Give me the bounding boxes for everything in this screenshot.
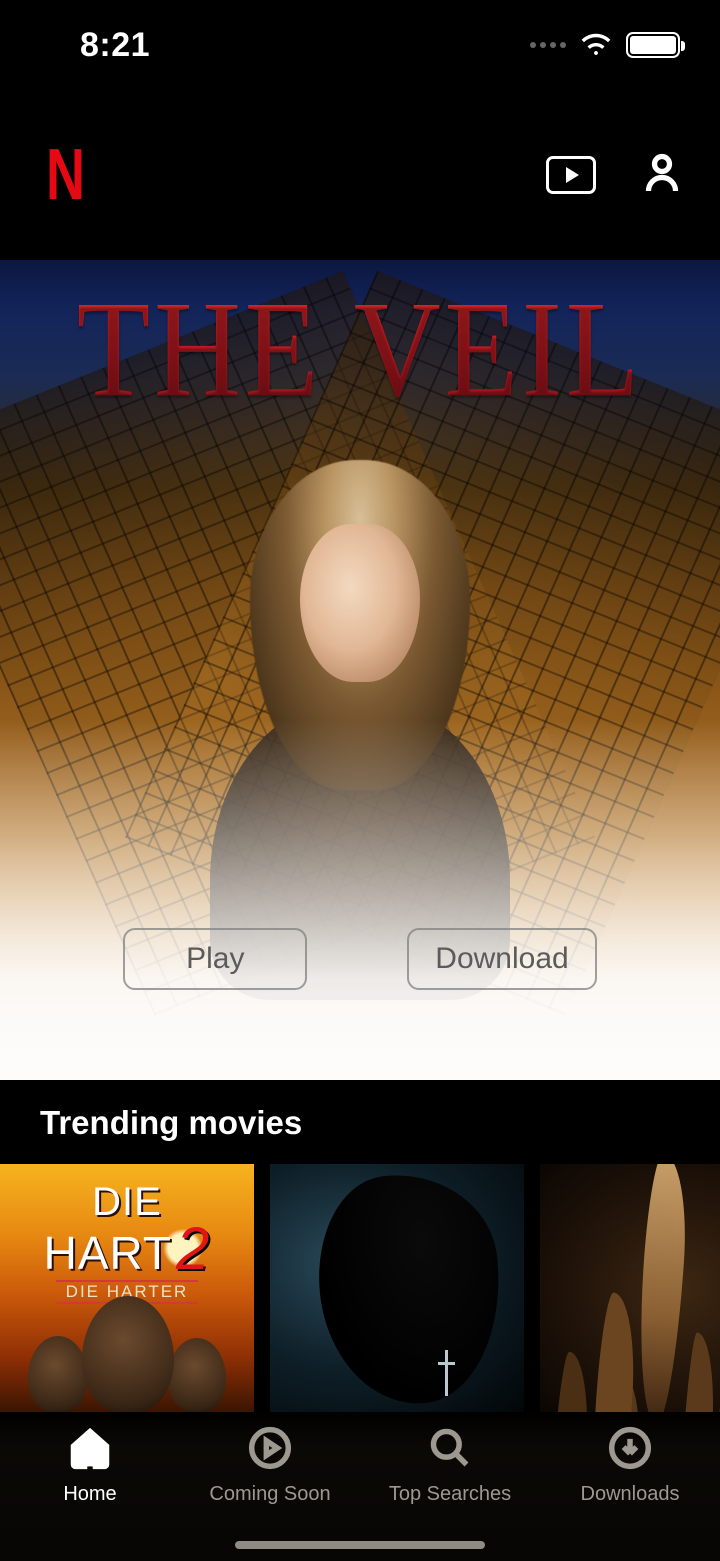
battery-icon <box>626 32 680 58</box>
section-title: Trending movies <box>0 1104 720 1164</box>
download-button[interactable]: Download <box>407 928 596 990</box>
poster-item[interactable]: DIE HART 2 DIE HARTER <box>0 1164 254 1412</box>
poster-art <box>308 1165 511 1412</box>
status-bar: 8:21 <box>0 0 720 90</box>
poster-row[interactable]: DIE HART 2 DIE HARTER <box>0 1164 720 1412</box>
home-icon <box>68 1425 112 1471</box>
hero-billboard[interactable]: THE VEIL Play Download <box>0 260 720 1080</box>
play-circle-icon <box>248 1425 292 1471</box>
cellular-dots-icon <box>530 42 566 48</box>
nav-label: Coming Soon <box>209 1483 330 1506</box>
poster-item[interactable] <box>270 1164 524 1412</box>
hero-title: THE VEIL <box>0 270 720 429</box>
trending-section: Trending movies DIE HART 2 DIE HARTER <box>0 1080 720 1412</box>
app-header: N <box>0 90 720 260</box>
nav-label: Downloads <box>581 1483 680 1506</box>
hero-actions: Play Download <box>0 928 720 990</box>
nav-label: Top Searches <box>389 1483 511 1506</box>
poster-art <box>0 1292 254 1412</box>
wifi-icon <box>580 31 612 60</box>
poster-title-art: DIE HART 2 DIE HARTER <box>16 1184 238 1304</box>
profile-icon[interactable] <box>644 153 680 198</box>
bottom-nav: Home Coming Soon Top Searches Downloads <box>0 1411 720 1561</box>
cast-icon[interactable] <box>546 156 596 194</box>
search-icon <box>428 1425 472 1471</box>
status-indicators <box>530 31 680 60</box>
netflix-logo-icon[interactable]: N <box>46 134 82 216</box>
nav-coming-soon[interactable]: Coming Soon <box>180 1419 360 1561</box>
poster-item[interactable] <box>540 1164 720 1412</box>
home-indicator[interactable] <box>235 1541 485 1549</box>
nav-label: Home <box>63 1483 116 1506</box>
hero-gradient <box>0 720 720 1080</box>
nav-downloads[interactable]: Downloads <box>540 1419 720 1561</box>
cross-icon <box>445 1350 448 1396</box>
nav-top-searches[interactable]: Top Searches <box>360 1419 540 1561</box>
download-circle-icon <box>608 1425 652 1471</box>
play-button[interactable]: Play <box>123 928 307 990</box>
nav-home[interactable]: Home <box>0 1419 180 1561</box>
status-time: 8:21 <box>80 26 150 65</box>
